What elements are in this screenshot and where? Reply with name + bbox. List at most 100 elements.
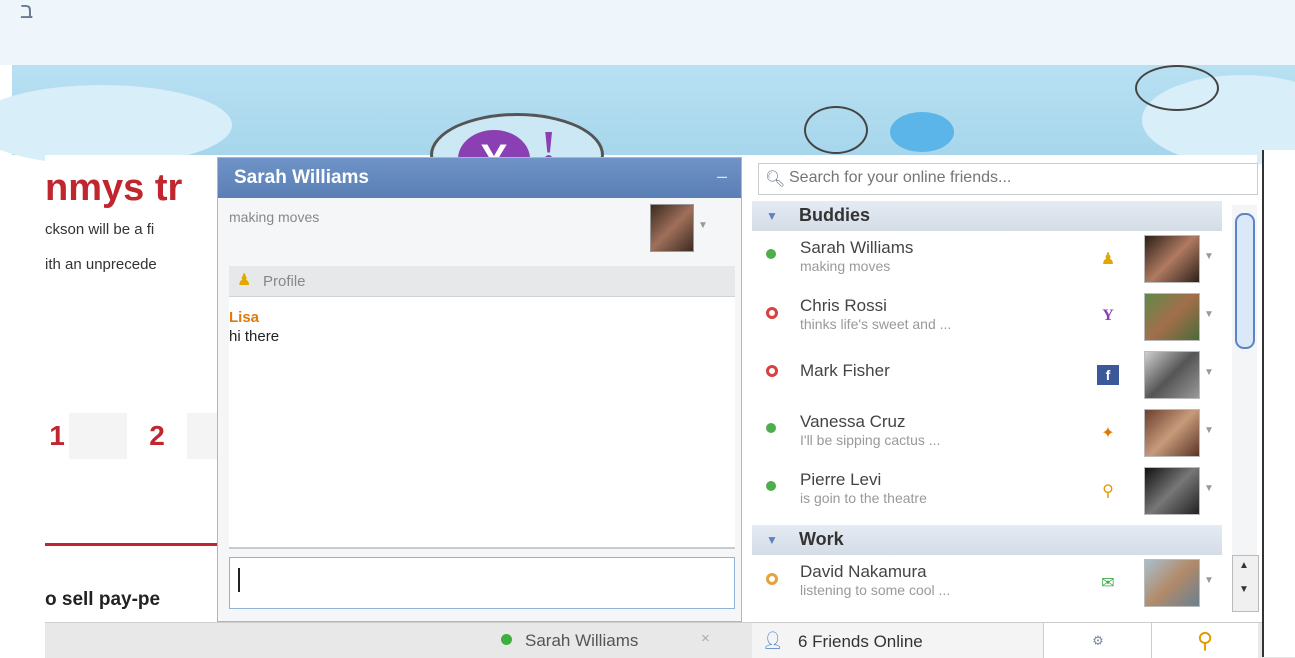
header-banner: Y ! bbox=[0, 65, 1295, 197]
pagination: 1 2 bbox=[45, 413, 220, 459]
cloud-decoration bbox=[0, 85, 232, 165]
group-name: Buddies bbox=[799, 205, 871, 225]
friend-row[interactable]: Chris Rossi thinks life's sweet and ... … bbox=[752, 291, 1222, 349]
avatar[interactable] bbox=[1144, 293, 1200, 341]
person-icon: 👤︎ bbox=[762, 631, 784, 650]
friend-row[interactable]: Vanessa Cruz I'll be sipping cactus ... … bbox=[752, 407, 1222, 465]
chevron-down-icon[interactable]: ▼ bbox=[1204, 309, 1214, 320]
location-button[interactable]: ⚲ bbox=[1151, 623, 1258, 658]
friend-status: listening to some cool ... bbox=[800, 582, 951, 598]
chevron-down-icon[interactable]: ▼ bbox=[1204, 483, 1214, 494]
chat-status-message: making moves bbox=[229, 209, 320, 225]
chevron-down-icon[interactable]: ▼ bbox=[698, 220, 708, 231]
busy-status-icon bbox=[766, 307, 778, 319]
message-sender: Lisa bbox=[229, 309, 260, 326]
divider bbox=[229, 547, 735, 549]
avatar[interactable] bbox=[1144, 467, 1200, 515]
message-text: hi there bbox=[229, 328, 280, 345]
chat-header[interactable]: Sarah Williams – bbox=[218, 158, 741, 198]
article-background: nmys tr ckson will be a fi ith an unprec… bbox=[45, 155, 220, 625]
online-count[interactable]: 6 Friends Online bbox=[798, 632, 923, 652]
friend-row[interactable]: David Nakamura listening to some cool ..… bbox=[752, 557, 1222, 615]
friend-search[interactable]: 🔍︎ bbox=[758, 163, 1258, 195]
browser-top-strip: ב bbox=[0, 0, 1295, 65]
msn-icon: ✦ bbox=[1101, 425, 1115, 442]
avatar[interactable] bbox=[1144, 409, 1200, 457]
avatar[interactable] bbox=[650, 204, 694, 252]
avatar[interactable] bbox=[1144, 235, 1200, 283]
page-1-link[interactable]: 1 bbox=[45, 413, 69, 459]
friend-row[interactable]: Mark Fisher f ▼ bbox=[752, 349, 1222, 407]
friend-status: I'll be sipping cactus ... bbox=[800, 432, 941, 448]
window-edge bbox=[1262, 150, 1295, 657]
divider bbox=[45, 543, 220, 546]
group-header-work[interactable]: ▼ Work bbox=[752, 525, 1222, 555]
group-name: Work bbox=[799, 529, 844, 549]
message-input[interactable] bbox=[229, 557, 735, 609]
close-icon[interactable]: × bbox=[701, 630, 710, 647]
aim-icon: ♟ bbox=[1100, 251, 1116, 268]
group-header-buddies[interactable]: ▼ Buddies bbox=[752, 201, 1222, 231]
friend-name: Vanessa Cruz bbox=[800, 412, 906, 431]
article-subheading[interactable]: o sell pay-pe bbox=[45, 589, 160, 611]
twitter-bird-icon bbox=[890, 112, 954, 152]
yahoo-icon: Y bbox=[1102, 307, 1114, 324]
article-text-line: ith an unprecede bbox=[45, 256, 157, 273]
text-cursor bbox=[238, 568, 240, 592]
profile-label: Profile bbox=[263, 273, 306, 290]
top-text-fragment: ב bbox=[20, 0, 34, 23]
scroll-down-icon[interactable]: ▼ bbox=[1239, 584, 1249, 595]
friend-row[interactable]: Sarah Williams making moves ♟ ▼ bbox=[752, 233, 1222, 291]
foursquare-pin-icon: ⚲ bbox=[1102, 483, 1114, 500]
circle-decoration bbox=[1135, 65, 1219, 111]
facebook-icon: f bbox=[1097, 365, 1119, 385]
scroll-up-icon[interactable]: ▲ bbox=[1239, 560, 1249, 571]
chat-window: Sarah Williams – making moves ▼ ♟ Profil… bbox=[217, 157, 742, 622]
idle-status-icon bbox=[766, 573, 778, 585]
message-history: Lisa hi there bbox=[229, 297, 735, 547]
friend-name: Chris Rossi bbox=[800, 296, 887, 315]
article-text-line: ckson will be a fi bbox=[45, 221, 155, 238]
chat-tab-label: Sarah Williams bbox=[525, 631, 639, 650]
avatar[interactable] bbox=[1144, 351, 1200, 399]
friend-row[interactable]: Pierre Levi is goin to the theatre ⚲ ▼ bbox=[752, 465, 1222, 523]
scrollbar-thumb[interactable] bbox=[1235, 213, 1255, 349]
aim-icon: ♟ bbox=[237, 272, 252, 289]
online-status-icon bbox=[501, 634, 512, 645]
circle-decoration bbox=[804, 106, 868, 154]
friend-name: Sarah Williams bbox=[800, 238, 914, 257]
chevron-down-icon[interactable]: ▼ bbox=[1204, 425, 1214, 436]
scroll-buttons[interactable]: ▲ ▼ bbox=[1232, 555, 1259, 612]
online-status-icon bbox=[766, 423, 776, 433]
friend-name: David Nakamura bbox=[800, 562, 927, 581]
friends-panel: 🔍︎ ▼ Buddies Sarah Williams making moves… bbox=[752, 155, 1258, 622]
search-icon: 🔍︎ bbox=[765, 171, 786, 188]
chat-title: Sarah Williams bbox=[234, 167, 369, 188]
profile-bar[interactable]: ♟ Profile bbox=[229, 266, 735, 297]
chat-tab[interactable]: Sarah Williams × bbox=[488, 622, 728, 657]
scrollbar-track[interactable] bbox=[1232, 205, 1257, 555]
friend-status: is goin to the theatre bbox=[800, 490, 927, 506]
location-pin-icon: ⚲ bbox=[1196, 628, 1214, 653]
friend-status: thinks life's sweet and ... bbox=[800, 316, 952, 332]
online-status-icon bbox=[766, 249, 776, 259]
busy-status-icon bbox=[766, 365, 778, 377]
online-status-icon bbox=[766, 481, 776, 491]
friends-footer: 👤︎ 6 Friends Online ⚙ ⚲ bbox=[752, 622, 1258, 658]
friend-name: Pierre Levi bbox=[800, 470, 882, 489]
settings-button[interactable]: ⚙ bbox=[1043, 623, 1152, 658]
minimize-button[interactable]: – bbox=[717, 166, 727, 187]
chevron-down-icon[interactable]: ▼ bbox=[1204, 367, 1214, 378]
friend-name: Mark Fisher bbox=[800, 361, 890, 380]
collapse-triangle-icon: ▼ bbox=[766, 209, 778, 223]
avatar[interactable] bbox=[1144, 559, 1200, 607]
article-headline[interactable]: nmys tr bbox=[45, 167, 182, 210]
chevron-down-icon[interactable]: ▼ bbox=[1204, 575, 1214, 586]
settings-icon: ⚙ bbox=[1092, 633, 1104, 648]
gtalk-icon: ✉ bbox=[1101, 575, 1115, 592]
friend-status: making moves bbox=[800, 258, 891, 274]
search-input[interactable] bbox=[787, 168, 1251, 188]
chevron-down-icon[interactable]: ▼ bbox=[1204, 251, 1214, 262]
page-2-link[interactable]: 2 bbox=[127, 413, 187, 459]
collapse-triangle-icon: ▼ bbox=[766, 533, 778, 547]
